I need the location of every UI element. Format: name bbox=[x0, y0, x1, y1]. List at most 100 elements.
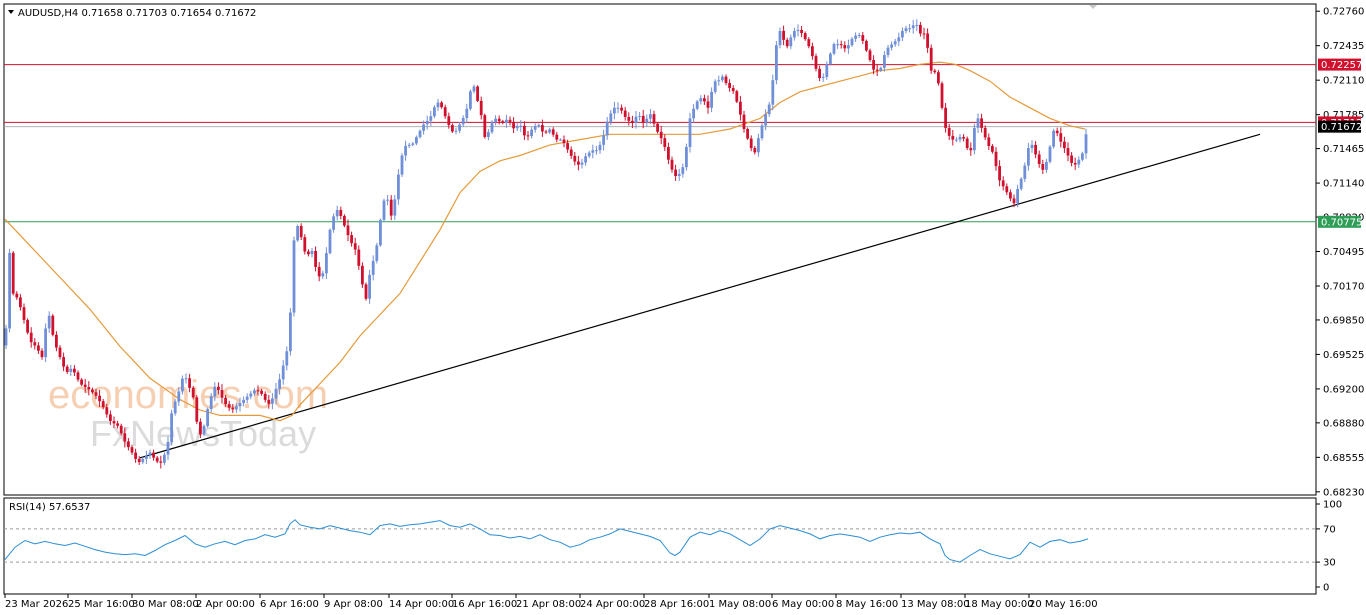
candle-body bbox=[1034, 144, 1037, 155]
candle-body bbox=[321, 273, 325, 277]
price-tick-label: 0.68880 bbox=[1323, 418, 1364, 429]
candle bbox=[973, 123, 976, 155]
candle-body bbox=[1070, 155, 1073, 163]
candle-body bbox=[260, 390, 263, 394]
watermark-line-1: economies.com bbox=[48, 373, 328, 417]
candle-body bbox=[44, 328, 47, 358]
candle bbox=[829, 52, 832, 66]
candle-body bbox=[65, 366, 69, 372]
candle-body bbox=[274, 388, 278, 399]
candle bbox=[490, 120, 494, 134]
candle-body bbox=[379, 219, 382, 246]
candle bbox=[865, 39, 868, 52]
time-tick-label: 16 Apr 16:00 bbox=[452, 599, 517, 610]
candle bbox=[685, 143, 688, 171]
time-tick-label: 25 Mar 16:00 bbox=[68, 599, 135, 610]
candle-body bbox=[335, 209, 339, 217]
candle-body bbox=[634, 116, 638, 123]
candle-body bbox=[753, 148, 757, 153]
candle-body bbox=[731, 87, 735, 92]
candle-body bbox=[901, 31, 904, 38]
candle-body bbox=[483, 115, 487, 137]
candle-body bbox=[537, 125, 541, 127]
candle-body bbox=[530, 129, 533, 137]
candle-body bbox=[796, 29, 800, 32]
candle-body bbox=[623, 110, 627, 117]
candle-body bbox=[807, 39, 811, 47]
candle-body bbox=[116, 423, 119, 426]
candle-body bbox=[598, 144, 602, 151]
candle bbox=[1019, 176, 1023, 191]
candle-body bbox=[22, 307, 26, 320]
candle-body bbox=[685, 147, 688, 168]
candle-body bbox=[407, 144, 411, 146]
candle-body bbox=[616, 107, 620, 109]
candle-body bbox=[501, 121, 505, 123]
candle-body bbox=[37, 345, 40, 351]
time-tick-label: 18 May 00:00 bbox=[965, 599, 1034, 610]
price-tick-label: 0.72435 bbox=[1323, 41, 1364, 52]
rsi-header: RSI(14) 57.6537 bbox=[9, 502, 90, 513]
candle-body bbox=[163, 454, 166, 463]
candle-body bbox=[375, 245, 379, 261]
candle-body bbox=[15, 293, 19, 298]
candle-body bbox=[811, 46, 814, 57]
candle-body bbox=[587, 152, 591, 157]
candle-body bbox=[641, 115, 645, 123]
candle-body bbox=[1012, 198, 1016, 204]
candle-body bbox=[1041, 163, 1045, 170]
candle-body bbox=[573, 155, 577, 162]
candle-body bbox=[951, 135, 955, 140]
candle-body bbox=[127, 441, 130, 448]
candle-body bbox=[1081, 153, 1084, 160]
rsi-tick-label: 70 bbox=[1323, 524, 1336, 535]
symbol-header: AUDUSD,H4 0.71658 0.71703 0.71654 0.7167… bbox=[18, 8, 256, 19]
candle-body bbox=[382, 200, 386, 220]
candle-body bbox=[1019, 178, 1023, 189]
candle-body bbox=[1077, 159, 1081, 165]
candle-body bbox=[134, 452, 137, 459]
price-tick-label: 0.72760 bbox=[1323, 7, 1364, 18]
candle-body bbox=[422, 124, 425, 131]
candle-body bbox=[310, 250, 314, 255]
candle-body bbox=[217, 386, 220, 390]
candle bbox=[483, 113, 487, 139]
candle-body bbox=[271, 398, 274, 404]
candle-body bbox=[497, 118, 501, 122]
candle-body bbox=[908, 28, 911, 30]
candle-body bbox=[206, 409, 209, 427]
candle-body bbox=[721, 76, 724, 81]
candle-body bbox=[1059, 133, 1063, 142]
candle-body bbox=[472, 86, 476, 92]
candle-body bbox=[904, 28, 908, 32]
candle-body bbox=[303, 237, 307, 252]
candle-body bbox=[778, 30, 782, 46]
candle-body bbox=[865, 40, 868, 51]
candle-body bbox=[1045, 161, 1048, 170]
candle-body bbox=[868, 50, 872, 61]
candle-body bbox=[429, 116, 433, 121]
candle-body bbox=[911, 25, 915, 29]
candle-body bbox=[1027, 148, 1030, 166]
candle-body bbox=[793, 31, 796, 38]
candle-body bbox=[242, 399, 245, 404]
candle-body bbox=[69, 368, 73, 372]
candle-body bbox=[1005, 186, 1009, 193]
candle-body bbox=[861, 35, 865, 41]
candle-body bbox=[775, 45, 778, 81]
candle-body bbox=[8, 252, 11, 329]
candle-body bbox=[595, 150, 598, 152]
candle-body bbox=[559, 139, 562, 141]
candle-body bbox=[652, 114, 656, 124]
candle bbox=[289, 308, 292, 356]
candle-body bbox=[289, 312, 292, 352]
candle-body bbox=[692, 108, 695, 119]
current-price-tag-label: 0.71672 bbox=[1321, 122, 1362, 133]
candle-body bbox=[307, 251, 310, 255]
candle bbox=[170, 409, 173, 446]
candle bbox=[328, 228, 332, 255]
candle-body bbox=[80, 379, 83, 385]
candle bbox=[8, 248, 11, 333]
candle-body bbox=[299, 226, 303, 238]
watermark: economies.comFxNewsToday bbox=[48, 373, 328, 454]
